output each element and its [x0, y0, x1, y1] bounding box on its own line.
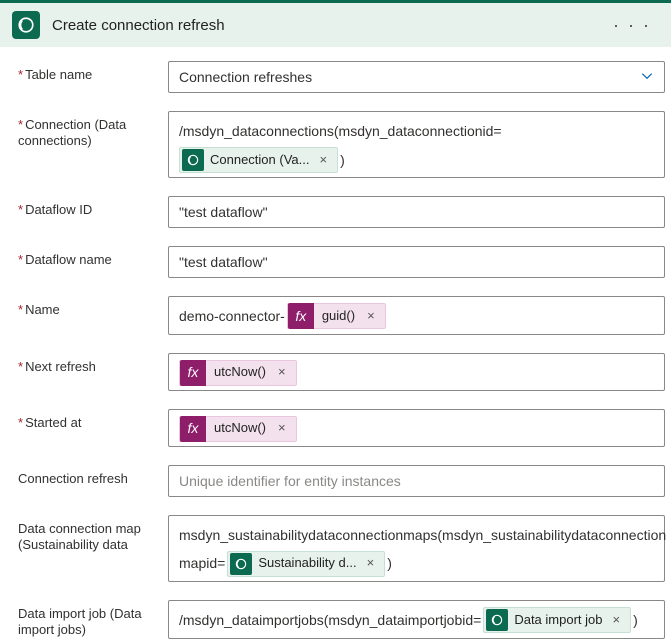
connector-logo-icon [12, 11, 40, 39]
table-name-select[interactable]: Connection refreshes [168, 61, 665, 93]
connection-prefix: /msdyn_dataconnections(msdyn_dataconnect… [179, 118, 502, 145]
next-refresh-input[interactable]: fx utcNow() × [168, 353, 665, 391]
connector-logo-icon [182, 149, 204, 171]
started-at-input[interactable]: fx utcNow() × [168, 409, 665, 447]
dcm-line1: msdyn_sustainabilitydataconnectionmaps(m… [179, 522, 666, 549]
remove-token-icon[interactable]: × [274, 416, 290, 441]
form-body: *Table name Connection refreshes *Connec… [0, 47, 671, 639]
connection-input[interactable]: /msdyn_dataconnections(msdyn_dataconnect… [168, 111, 665, 178]
name-prefix: demo-connector- [179, 303, 285, 330]
dij-suffix: ) [633, 607, 638, 634]
fx-icon: fx [180, 416, 206, 442]
card-header: Create connection refresh · · · [0, 0, 671, 47]
data-import-job-input[interactable]: /msdyn_dataimportjobs(msdyn_dataimportjo… [168, 600, 665, 639]
data-connection-map-input[interactable]: msdyn_sustainabilitydataconnectionmaps(m… [168, 515, 665, 582]
dcm-suffix: ) [387, 550, 392, 577]
guid-expression-token[interactable]: fx guid() × [287, 303, 386, 329]
name-input[interactable]: demo-connector- fx guid() × [168, 296, 665, 335]
fx-icon: fx [288, 303, 314, 329]
label-connection: *Connection (Data connections) [18, 111, 168, 150]
label-data-import-job: Data import job (Data import jobs) [18, 600, 168, 639]
dataflow-id-input[interactable]: "test dataflow" [168, 196, 665, 228]
dcm-line2pre: mapid= [179, 550, 225, 577]
connection-refresh-placeholder: Unique identifier for entity instances [179, 473, 401, 489]
label-started-at: *Started at [18, 409, 168, 431]
chevron-down-icon [640, 69, 654, 86]
utcnow-expression-token[interactable]: fx utcNow() × [179, 416, 297, 442]
label-name: *Name [18, 296, 168, 318]
connector-logo-icon [486, 609, 508, 631]
label-next-refresh: *Next refresh [18, 353, 168, 375]
connection-token-label: Connection (Va... [210, 148, 309, 173]
fx-icon: fx [180, 360, 206, 386]
connection-suffix: ) [340, 147, 345, 174]
connection-refresh-input[interactable]: Unique identifier for entity instances [168, 465, 665, 497]
label-connection-refresh: Connection refresh [18, 465, 168, 487]
connector-logo-icon [230, 553, 252, 575]
remove-token-icon[interactable]: × [608, 608, 624, 633]
dij-prefix: /msdyn_dataimportjobs(msdyn_dataimportjo… [179, 607, 481, 634]
sustainability-token[interactable]: Sustainability d... × [227, 551, 385, 577]
label-data-connection-map: Data connection map (Sustainability data [18, 515, 168, 554]
dataflow-name-input[interactable]: "test dataflow" [168, 246, 665, 278]
remove-token-icon[interactable]: × [274, 360, 290, 385]
label-table-name: *Table name [18, 61, 168, 83]
connection-token[interactable]: Connection (Va... × [179, 147, 338, 173]
more-menu-button[interactable]: · · · [605, 15, 659, 36]
card-title: Create connection refresh [52, 17, 593, 34]
label-dataflow-id: *Dataflow ID [18, 196, 168, 218]
utcnow-expression-token[interactable]: fx utcNow() × [179, 360, 297, 386]
remove-token-icon[interactable]: × [363, 304, 379, 329]
remove-token-icon[interactable]: × [315, 148, 331, 173]
data-import-job-token[interactable]: Data import job × [483, 607, 631, 633]
label-dataflow-name: *Dataflow name [18, 246, 168, 268]
table-name-value: Connection refreshes [179, 69, 312, 85]
remove-token-icon[interactable]: × [363, 551, 379, 576]
